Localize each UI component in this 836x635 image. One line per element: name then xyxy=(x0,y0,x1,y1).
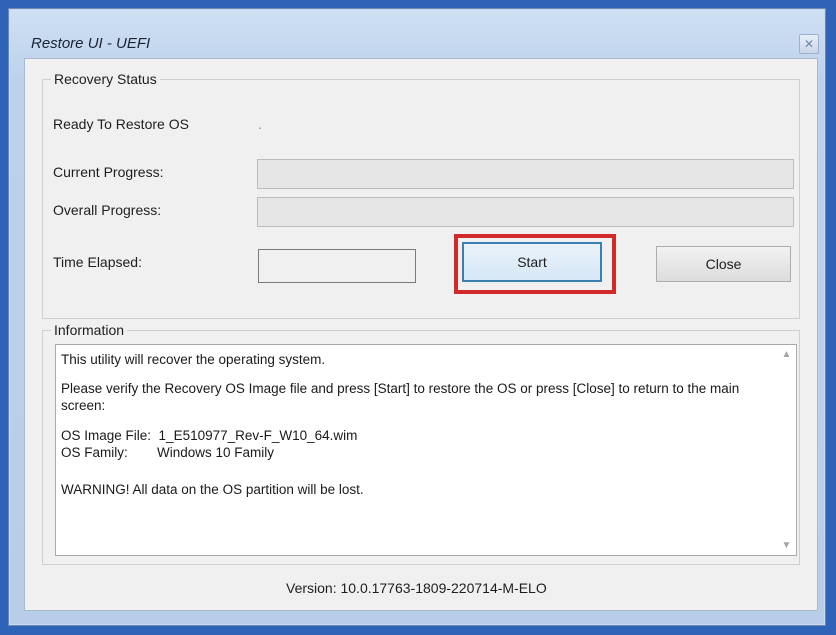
info-line-instructions: Please verify the Recovery OS Image file… xyxy=(61,381,740,413)
information-text: This utility will recover the operating … xyxy=(61,351,773,505)
os-family-label: OS Family: xyxy=(61,445,128,460)
info-scrollbar[interactable]: ▲ ▼ xyxy=(777,345,796,555)
status-text: Ready To Restore OS xyxy=(53,116,189,132)
time-elapsed-field xyxy=(258,249,416,283)
window-title: Restore UI - UEFI xyxy=(31,35,151,52)
scroll-up-icon[interactable]: ▲ xyxy=(777,349,796,360)
os-image-label: OS Image File: xyxy=(61,428,152,443)
recovery-status-legend: Recovery Status xyxy=(51,71,160,87)
version-text: Version: 10.0.17763-1809-220714-M-ELO xyxy=(286,580,547,596)
status-indicator: . xyxy=(258,116,262,132)
dialog-client-area: Recovery Status Ready To Restore OS . Cu… xyxy=(24,58,818,611)
information-legend: Information xyxy=(51,322,128,338)
os-image-value: 1_E510977_Rev-F_W10_64.wim xyxy=(158,428,358,443)
overall-progress-label: Overall Progress: xyxy=(53,202,162,218)
info-warning: WARNING! All data on the OS partition wi… xyxy=(61,482,364,497)
current-progress-bar xyxy=(257,159,794,189)
os-family-row: OS Family: Windows 10 Family xyxy=(61,444,773,461)
window-close-icon[interactable]: ✕ xyxy=(799,34,819,54)
current-progress-label: Current Progress: xyxy=(53,164,164,180)
os-family-value: Windows 10 Family xyxy=(157,445,275,460)
information-textbox[interactable]: This utility will recover the operating … xyxy=(55,344,797,556)
time-elapsed-label: Time Elapsed: xyxy=(53,254,142,270)
close-button[interactable]: Close xyxy=(656,246,791,282)
info-line-intro: This utility will recover the operating … xyxy=(61,352,326,367)
scroll-down-icon[interactable]: ▼ xyxy=(777,540,796,551)
start-button[interactable]: Start xyxy=(462,242,602,282)
overall-progress-bar xyxy=(257,197,794,227)
os-image-row: OS Image File: 1_E510977_Rev-F_W10_64.wi… xyxy=(61,427,773,444)
